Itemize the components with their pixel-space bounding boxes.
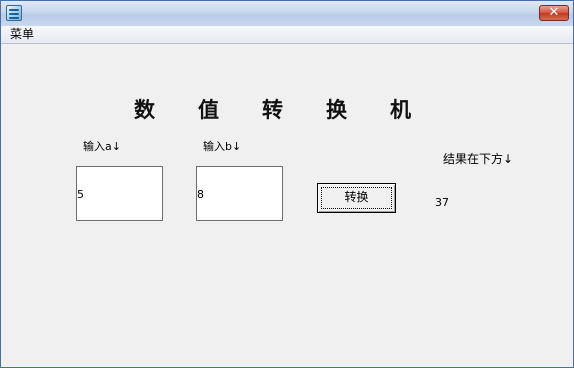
title-char: 机: [390, 98, 411, 122]
close-icon: ✕: [548, 5, 560, 20]
convert-button-label: 转换: [344, 190, 369, 204]
input-b-label: 输入b↓: [203, 140, 242, 153]
title-bar[interactable]: ✕: [1, 1, 573, 26]
input-a-label: 输入a↓: [83, 140, 121, 153]
app-window: ✕ 菜单 数 值 转 换 机 输入a↓ 输入b↓ 结果在下方↓ 5 8 转换 3…: [0, 0, 574, 368]
input-a-value: 5: [77, 188, 84, 201]
result-value: 37: [435, 196, 449, 209]
title-char: 换: [326, 98, 347, 122]
result-label: 结果在下方↓: [443, 152, 514, 166]
title-char: 数: [134, 98, 155, 122]
input-b-value: 8: [197, 188, 204, 201]
input-a-field[interactable]: 5: [76, 166, 163, 221]
title-char: 转: [262, 98, 283, 122]
menu-bar: 菜单: [1, 26, 573, 44]
input-b-field[interactable]: 8: [196, 166, 283, 221]
convert-button[interactable]: 转换: [317, 183, 396, 213]
close-button[interactable]: ✕: [539, 5, 569, 21]
title-char: 值: [198, 98, 219, 122]
menu-item-menu[interactable]: 菜单: [10, 27, 34, 42]
app-icon[interactable]: [6, 5, 22, 21]
